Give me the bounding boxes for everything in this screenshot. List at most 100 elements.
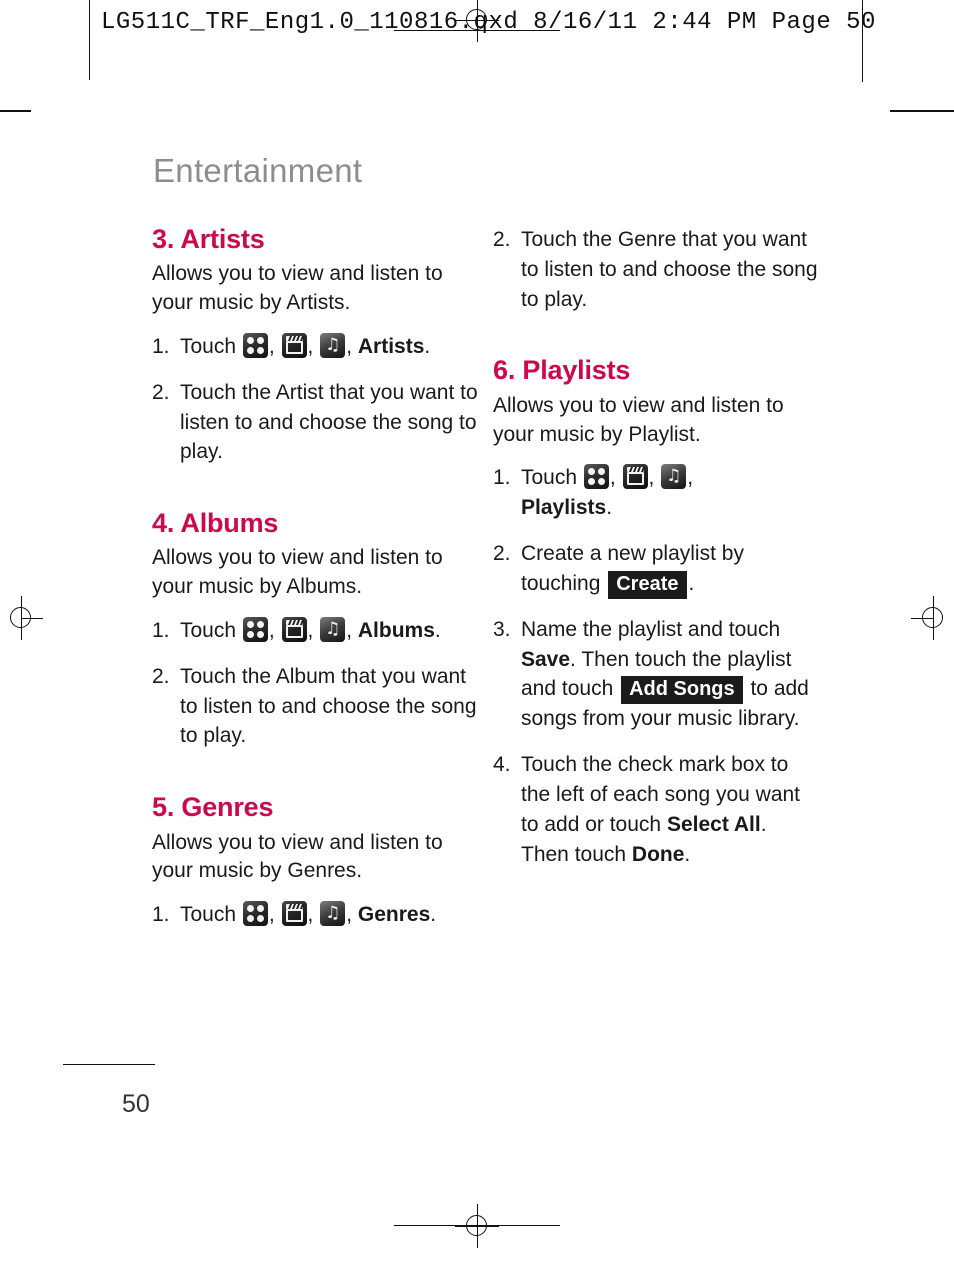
registration-mark-right — [911, 596, 954, 640]
step-bold-target: Genres — [357, 903, 431, 927]
step-albums-2: 2. Touch the Album that you want to liste… — [152, 662, 478, 751]
save-bold-label: Save — [521, 647, 571, 671]
step-text: Touch the Genre that you want to listen … — [521, 228, 818, 311]
crop-mark-bottom-center-rule — [394, 1225, 560, 1227]
step-artists-1: 1. Touch , , ♫, Artists. — [152, 332, 478, 362]
steps-playlists: 1. Touch , , ♫, Playlists. 2. Create a new … — [493, 463, 819, 869]
step-text: Touch the Album that you want to listen … — [180, 664, 477, 748]
step-text-pre: Touch — [521, 466, 583, 490]
icon-separator: , — [346, 903, 358, 927]
icon-separator: , — [307, 903, 320, 927]
step-number: 2. — [493, 228, 511, 251]
section-heading-playlists: 6. Playlists — [493, 355, 631, 386]
music-note-icon[interactable]: ♫ — [661, 464, 687, 490]
icon-separator: , — [307, 334, 320, 358]
page-number: 50 — [122, 1090, 150, 1118]
music-note-glyph: ♫ — [325, 903, 341, 924]
music-note-glyph: ♫ — [325, 334, 341, 355]
media-clapperboard-icon[interactable] — [622, 464, 648, 490]
steps-artists: 1. Touch , , ♫, Artists. 2. Touch the Arti… — [152, 332, 478, 467]
apps-grid-icon[interactable] — [242, 901, 268, 927]
media-clapperboard-icon[interactable] — [281, 617, 307, 642]
step-playlists-3: 3. Name the playlist and touch Save. Then… — [493, 615, 819, 734]
step-genres-1: 1. Touch , , ♫, Genres. — [152, 900, 478, 930]
step-number: 2. — [493, 541, 511, 565]
step-albums-1: 1. Touch , , ♫, Albums. — [152, 616, 478, 646]
apps-grid-icon[interactable] — [583, 464, 609, 490]
icon-separator: , — [268, 619, 281, 642]
step-number: 3. — [493, 617, 511, 641]
icon-separator: , — [687, 466, 694, 490]
step-artists-2: 2. Touch the Artist that you want to list… — [152, 378, 478, 467]
step-number: 4. — [493, 753, 511, 777]
step-bold-target: Playlists — [521, 496, 607, 520]
step-playlists-4: 4. Touch the check mark box to the left o… — [493, 750, 819, 869]
step-number: 2. — [152, 664, 170, 688]
step-number: 1. — [152, 619, 170, 642]
step-text-post: . — [434, 619, 441, 642]
step-text-post: . — [430, 903, 437, 927]
section-heading-albums: 4. Albums — [152, 508, 279, 539]
prepress-left-edge-rule — [89, 0, 91, 80]
media-clapperboard-icon[interactable] — [281, 901, 307, 927]
step-number: 1. — [493, 466, 511, 490]
registration-mark-top — [455, 0, 499, 42]
step-bold-target: Albums — [357, 619, 435, 642]
section-lead-artists: Allows you to view and listen to your mu… — [152, 262, 443, 315]
step-text-post: . — [684, 842, 691, 866]
section-heading-artists: 3. Artists — [152, 224, 265, 254]
section-heading-genres: 5. Genres — [152, 792, 274, 823]
music-note-glyph: ♫ — [325, 619, 341, 639]
step-genres-2: 2. Touch the Genre that you want to liste… — [493, 225, 819, 314]
music-note-icon[interactable]: ♫ — [320, 332, 346, 358]
step-text-pre: Touch — [180, 903, 242, 927]
create-button-key[interactable]: Create — [608, 570, 687, 599]
step-text: Touch the Artist that you want to listen… — [180, 380, 478, 464]
step-bold-target: Artists — [357, 334, 425, 358]
icon-separator: , — [346, 619, 358, 642]
section-lead-albums: Allows you to view and listen to your mu… — [152, 546, 443, 599]
music-note-glyph: ♫ — [666, 466, 682, 487]
icon-separator: , — [648, 466, 661, 490]
apps-grid-icon[interactable] — [242, 332, 268, 358]
page-title: Entertainment — [153, 152, 363, 189]
crop-mark-top-right — [890, 110, 954, 112]
icon-separator: , — [609, 466, 622, 490]
music-note-icon[interactable]: ♫ — [320, 617, 346, 642]
section-lead-genres: Allows you to view and listen to your mu… — [152, 830, 443, 883]
step-playlists-2: 2. Create a new playlist by touching Crea… — [493, 539, 819, 599]
left-column: 3. Artists Allows you to view and listen… — [152, 225, 478, 946]
steps-albums: 1. Touch , , ♫, Albums. 2. Touch the Album… — [152, 616, 478, 751]
step-number: 2. — [152, 380, 170, 404]
icon-separator: , — [307, 619, 320, 642]
footer-rule — [63, 1064, 155, 1066]
step-text-pre: Touch — [180, 334, 242, 358]
done-bold-label: Done — [631, 842, 685, 866]
step-text-post: . — [424, 334, 431, 358]
steps-genres-continued: 2. Touch the Genre that you want to liste… — [493, 225, 819, 314]
icon-separator: , — [346, 334, 358, 358]
right-column: 2. Touch the Genre that you want to liste… — [493, 225, 819, 885]
steps-genres: 1. Touch , , ♫, Genres. — [152, 900, 478, 930]
step-number: 1. — [152, 334, 170, 358]
select-all-bold-label: Select All — [666, 812, 761, 836]
registration-mark-left — [0, 596, 43, 640]
add-songs-button-key[interactable]: Add Songs — [621, 676, 743, 705]
step-text-post: . — [606, 496, 613, 520]
crop-mark-top-center-rule — [394, 30, 560, 32]
crop-mark-top-left — [0, 110, 31, 112]
step-playlists-1: 1. Touch , , ♫, Playlists. — [493, 463, 819, 523]
section-lead-playlists: Allows you to view and listen to your mu… — [493, 393, 784, 446]
music-note-icon[interactable]: ♫ — [320, 901, 346, 927]
icon-separator: , — [268, 334, 281, 358]
icon-separator: , — [268, 903, 281, 927]
apps-grid-icon[interactable] — [242, 617, 268, 642]
step-text-post: . — [688, 571, 695, 595]
step-text-pre: Touch — [180, 619, 242, 642]
step-text-pre: Name the playlist and touch — [521, 617, 781, 641]
media-clapperboard-icon[interactable] — [281, 332, 307, 358]
step-number: 1. — [152, 903, 170, 927]
